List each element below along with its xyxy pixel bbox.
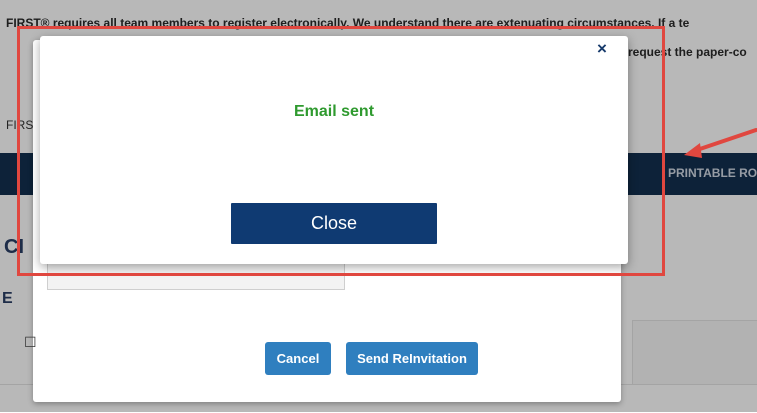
annotation-arrow-icon — [684, 128, 757, 158]
cancel-button[interactable]: Cancel — [265, 342, 331, 375]
send-reinvitation-button[interactable]: Send ReInvitation — [346, 342, 478, 375]
checkbox-icon[interactable]: ☐ — [24, 335, 37, 349]
annotation-highlight-box — [17, 26, 665, 276]
